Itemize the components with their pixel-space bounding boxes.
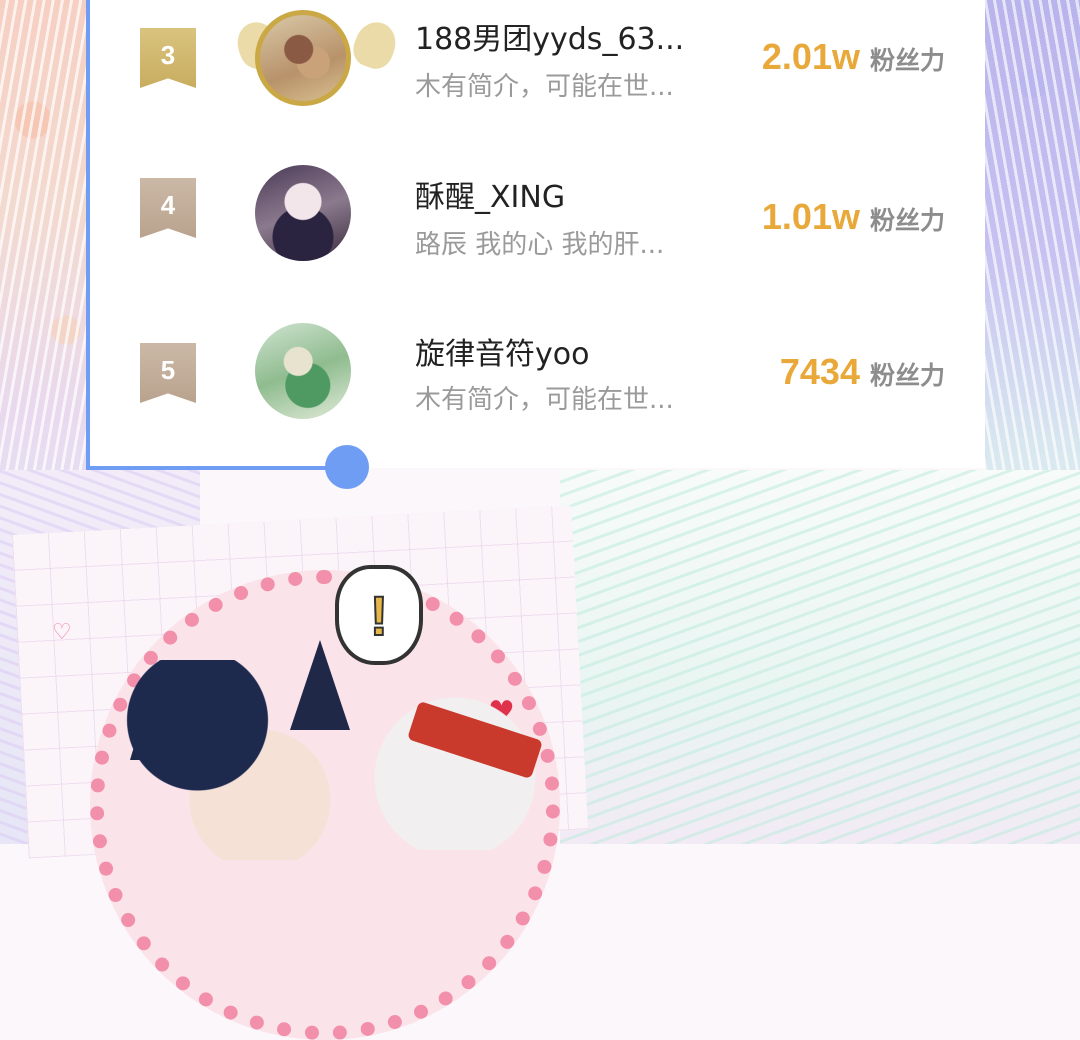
- avatar[interactable]: [255, 165, 351, 261]
- rank-badge: 5: [140, 343, 196, 403]
- card-frame-line: [86, 466, 346, 470]
- user-intro: 路辰 我的心 我的肝...: [415, 230, 665, 260]
- illustration-character-dark-hair: [110, 660, 360, 860]
- fan-power-score: 1.01w 粉丝力: [762, 196, 945, 238]
- user-intro: 木有简介，可能在世...: [415, 72, 674, 102]
- user-name[interactable]: 188男团yyds_63...: [415, 14, 705, 58]
- ranking-row[interactable]: 5 旋律音符yoo 木有简介，可能在世... 7434 粉丝力: [90, 295, 985, 445]
- avatar[interactable]: [255, 323, 351, 419]
- exclamation-mark: !: [369, 583, 390, 648]
- score-value: 1.01w: [761, 196, 860, 237]
- score-label: 粉丝力: [869, 361, 945, 390]
- score-label: 粉丝力: [869, 46, 945, 75]
- laurel-wing-icon: [348, 16, 402, 74]
- rank-badge: 4: [140, 178, 196, 238]
- speech-bubble: !: [335, 565, 423, 665]
- user-name[interactable]: 酥醒_XING: [415, 172, 705, 216]
- heart-icon: ♡: [52, 620, 72, 645]
- card-frame-line: [86, 0, 90, 470]
- card-frame-dot: [325, 445, 369, 489]
- fan-ranking-card: 3 188男团yyds_63... 木有简介，可能在世... 2.01w 粉丝力…: [90, 0, 985, 468]
- decorative-background-bottom-right: [560, 470, 1080, 844]
- avatar[interactable]: [255, 10, 351, 106]
- score-label: 粉丝力: [869, 206, 945, 235]
- ranking-row[interactable]: 3 188男团yyds_63... 木有简介，可能在世... 2.01w 粉丝力: [90, 0, 985, 150]
- fan-power-score: 2.01w 粉丝力: [762, 36, 945, 78]
- score-value: 2.01w: [761, 36, 860, 77]
- user-name[interactable]: 旋律音符yoo: [415, 329, 705, 373]
- score-value: 7434: [779, 351, 860, 392]
- fan-power-score: 7434 粉丝力: [780, 351, 945, 393]
- ranking-row[interactable]: 4 酥醒_XING 路辰 我的心 我的肝... 1.01w 粉丝力: [90, 140, 985, 290]
- user-intro: 木有简介，可能在世...: [415, 385, 674, 415]
- rank-badge: 3: [140, 28, 196, 88]
